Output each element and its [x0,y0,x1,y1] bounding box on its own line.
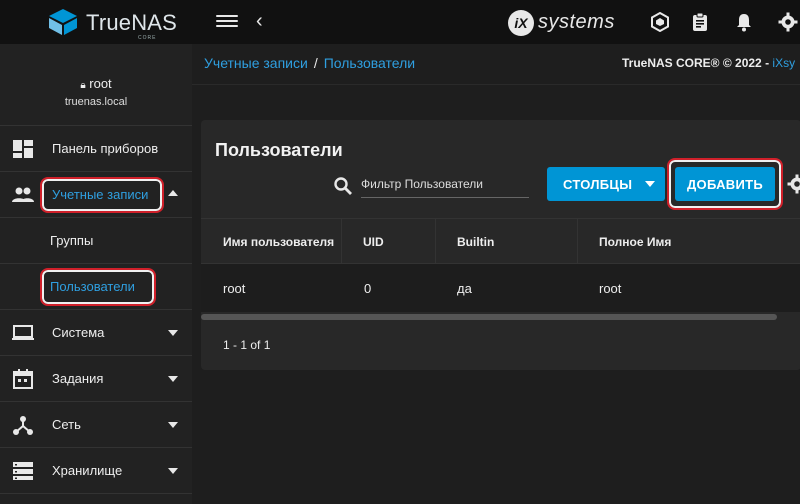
chevron-down-icon [168,376,178,382]
search-icon [334,177,352,195]
breadcrumb: Учетные записи / Пользователи [204,55,415,71]
sidebar-item-system[interactable]: Система [0,310,192,356]
cell-uid: 0 [364,281,372,296]
copyright-link[interactable]: iXsy [772,56,795,70]
cell-builtin: да [457,281,472,296]
chevron-up-icon [168,190,178,196]
column-header-fullname[interactable]: Полное Имя [599,235,671,249]
table-header: Имя пользователя UID Builtin Полное Имя [201,218,800,265]
divider [192,84,800,85]
copyright-text: TrueNAS CORE® © 2022 - [622,56,773,70]
chevron-down-icon [168,422,178,428]
column-header-username[interactable]: Имя пользователя [223,235,334,249]
brand-name: TrueNAS [86,10,178,35]
user-block: 🔒︎ root truenas.local [0,44,192,126]
truenas-logo[interactable]: TrueNAS CORE [48,8,188,41]
sidebar-item-network[interactable]: Сеть [0,402,192,448]
cell-fullname: root [599,281,622,296]
settings-gear-icon[interactable] [778,12,798,32]
column-header-builtin[interactable]: Builtin [457,235,494,249]
vendor-name: systems [538,11,615,33]
sidebar-item-label: Сеть [52,417,81,432]
users-card: Пользователи Фильтр Пользователи СТОЛБЦЫ… [201,120,800,370]
ixsystems-logo[interactable]: iX systems [508,10,620,36]
filter-input[interactable]: Фильтр Пользователи [361,172,529,198]
bell-icon[interactable] [734,12,754,32]
ix-mark: iX [508,10,534,36]
column-header-uid[interactable]: UID [363,235,384,249]
lock-icon: 🔒︎ [80,80,86,91]
chevron-left-icon[interactable]: ‹ [256,10,272,34]
column-divider [577,219,578,265]
sidebar-item-accounts[interactable]: Учетные записи [0,172,192,218]
calendar-icon [13,369,33,389]
columns-button-label: СТОЛБЦЫ [563,177,633,192]
sidebar-item-label: Задания [52,371,104,386]
sidebar: 🔒︎ root truenas.local Панель приборов Уч… [0,44,192,504]
table-row[interactable]: root 0 да root [201,264,800,312]
sidebar-item-label: Система [52,325,105,340]
breadcrumb-separator: / [313,55,318,71]
computer-icon [12,325,34,340]
column-divider [435,219,436,265]
sidebar-item-label: Хранилище [52,463,123,478]
horizontal-scrollbar[interactable] [201,314,777,320]
sidebar-item-storage[interactable]: Хранилище [0,448,192,494]
user-host: truenas.local [64,96,128,108]
brand-sub: CORE [138,35,157,41]
sidebar-item-label: Группы [50,233,94,248]
add-user-button[interactable]: ДОБАВИТЬ [675,167,775,201]
top-bar: TrueNAS CORE ‹ iX systems [0,0,800,44]
network-icon [13,416,33,435]
user-name-label: root [89,76,112,91]
truenas-logo-icon [49,9,77,35]
column-divider [341,219,342,265]
sidebar-item-label: Панель приборов [52,141,159,156]
chevron-down-icon [168,468,178,474]
add-button-label: ДОБАВИТЬ [686,177,764,192]
user-name: 🔒︎ root [0,76,192,91]
columns-button[interactable]: СТОЛБЦЫ [547,167,665,201]
chevron-down-icon [645,181,655,187]
breadcrumb-accounts[interactable]: Учетные записи [204,55,308,71]
truecommand-icon[interactable] [650,12,670,32]
sidebar-item-label: Учетные записи [52,187,149,202]
sidebar-item-label: Пользователи [50,279,135,294]
sidebar-item-tasks[interactable]: Задания [0,356,192,402]
cell-username: root [223,281,246,296]
chevron-down-icon [168,330,178,336]
sidebar-item-groups[interactable]: Группы [0,218,192,264]
sidebar-item-users[interactable]: Пользователи [0,264,192,310]
page-title: Пользователи [215,140,343,160]
pagination-info: 1 - 1 of 1 [223,338,271,352]
storage-icon [13,462,33,480]
clipboard-icon[interactable] [690,12,710,32]
gear-icon[interactable] [787,174,800,194]
sidebar-item-dashboard[interactable]: Панель приборов [0,126,192,172]
dashboard-icon [13,140,33,158]
hamburger-menu-icon[interactable] [216,12,238,32]
breadcrumb-users[interactable]: Пользователи [324,55,415,71]
copyright: TrueNAS CORE® © 2022 - iXsy [622,56,795,70]
accounts-icon [12,187,34,202]
